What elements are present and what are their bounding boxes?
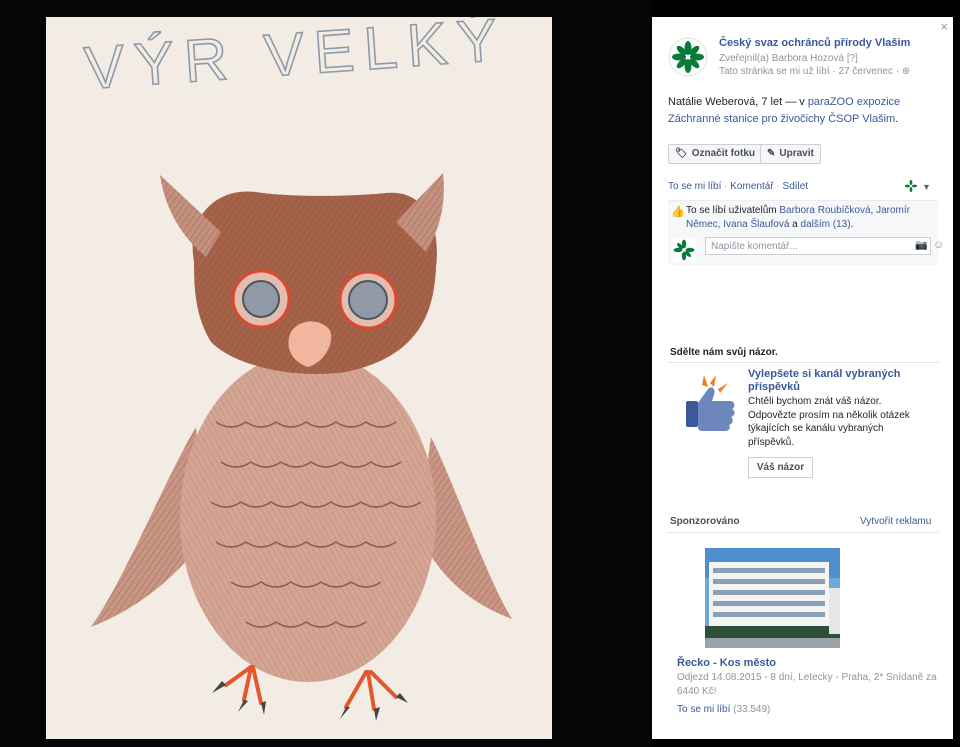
camera-icon[interactable]: 📷 xyxy=(915,240,927,251)
ad-body: Odjezd 14.08.2015 - 8 dní, Letecky - Pra… xyxy=(677,672,937,697)
ad-likes: To se mi líbí (33.549) xyxy=(677,704,770,715)
tag-photo-label: Označit fotku xyxy=(691,148,756,159)
feedback-section-title: Sdělte nám svůj názor. xyxy=(670,347,778,358)
likes-summary: To se líbí uživatelům Barbora Roubíčková… xyxy=(686,204,931,232)
emoji-icon[interactable]: ☺ xyxy=(933,239,944,251)
photo-sidebar: × Český svaz ochránců přírody Vlašim Zve… xyxy=(652,17,953,739)
likes-suffix: . xyxy=(850,219,854,230)
caption-text: Natálie Weberová, 7 let — v xyxy=(668,96,808,108)
posted-by-text: Zveřejnil(a) Barbora Hozová [?] xyxy=(719,53,858,64)
action-separator: · xyxy=(724,181,728,192)
edit-button[interactable]: ✎ Upravit xyxy=(760,144,821,164)
ad-title-link[interactable]: Řecko - Kos město xyxy=(677,657,776,669)
likes-middle: a xyxy=(789,219,801,230)
section-divider xyxy=(668,362,939,363)
chevron-down-icon[interactable]: ▼ xyxy=(922,182,931,192)
close-icon[interactable]: × xyxy=(940,19,948,34)
acting-as-page-icon[interactable] xyxy=(904,179,918,193)
commenter-avatar xyxy=(672,238,696,262)
ad-like-link[interactable]: To se mi líbí xyxy=(677,704,730,715)
edit-label: Upravit xyxy=(779,148,814,159)
likes-box: 👍 To se líbí uživatelům Barbora Roubíčko… xyxy=(668,200,944,265)
caption-suffix: . xyxy=(895,113,899,125)
page-logo[interactable] xyxy=(668,37,708,77)
photo-caption: Natálie Weberová, 7 let — v paraZOO expo… xyxy=(668,94,938,128)
comment-action[interactable]: Komentář xyxy=(730,181,773,192)
owl-drawing-image: VÝR VELKÝ xyxy=(46,17,552,739)
post-meta: Tato stránka se mi už líbí · 27 červenec… xyxy=(719,66,910,77)
share-action[interactable]: Sdílet xyxy=(783,181,809,192)
create-ad-link[interactable]: Vytvořit reklamu xyxy=(860,516,931,527)
feedback-body: Chtěli bychom znát váš názor. Odpovězte … xyxy=(748,396,910,448)
tag-icon: 🏷 xyxy=(675,148,688,159)
page-like-status[interactable]: Tato stránka se mi už líbí xyxy=(719,66,830,77)
page-name-link[interactable]: Český svaz ochránců přírody Vlašim xyxy=(719,37,910,49)
ad-like-count: (33.549) xyxy=(733,704,771,715)
section-divider xyxy=(668,532,939,533)
photo-viewer: VÝR VELKÝ xyxy=(0,0,652,747)
globe-icon: ⊕ xyxy=(901,66,911,77)
likes-prefix: To se líbí uživatelům xyxy=(686,205,780,216)
thumbs-up-icon: 👍 xyxy=(671,206,685,218)
owl-drawing-photo[interactable]: VÝR VELKÝ xyxy=(46,17,552,739)
like-action[interactable]: To se mi líbí xyxy=(668,181,721,192)
post-date[interactable]: 27 červenec xyxy=(839,66,893,77)
tag-photo-button[interactable]: 🏷 Označit fotku xyxy=(668,144,763,164)
action-separator: · xyxy=(776,181,780,192)
likes-others-link[interactable]: dalším (13) xyxy=(801,219,851,230)
feedback-title-link[interactable]: Vylepšete si kanál vybraných příspěvků xyxy=(748,368,918,394)
thumbs-up-promo-icon xyxy=(686,375,735,431)
pencil-icon: ✎ xyxy=(767,148,776,159)
ad-hotel-image[interactable] xyxy=(705,548,840,648)
post-actions: To se mi líbí · Komentář · Sdílet xyxy=(668,181,808,192)
comment-input[interactable]: Napište komentář... xyxy=(705,237,931,255)
sponsored-label: Sponzorováno xyxy=(670,516,740,527)
your-opinion-button[interactable]: Váš názor xyxy=(748,457,813,478)
